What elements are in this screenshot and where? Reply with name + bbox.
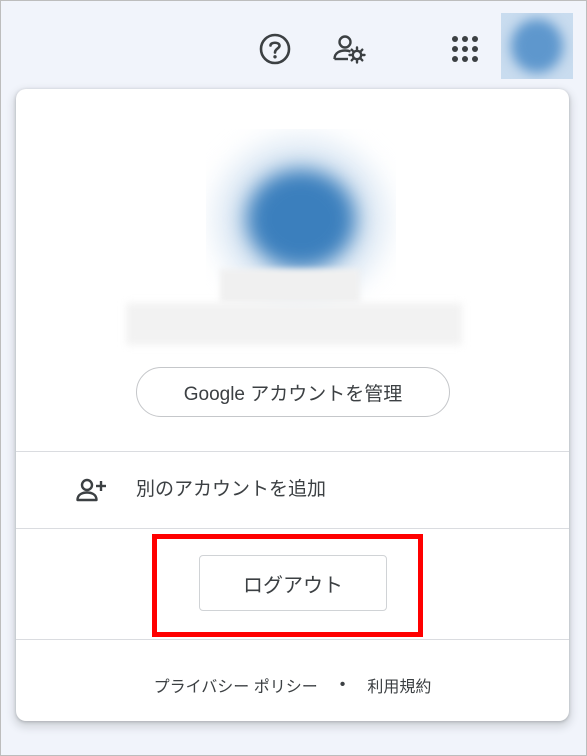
add-account-item[interactable]: 別のアカウントを追加 — [16, 452, 569, 528]
manage-account-button[interactable]: Google アカウントを管理 — [136, 367, 450, 417]
logout-section: ログアウト — [16, 529, 569, 639]
add-account-label: 別のアカウントを追加 — [136, 479, 327, 500]
logout-button[interactable]: ログアウト — [199, 555, 387, 611]
account-menu-card: Google アカウントを管理 別のアカウントを追加 ログアウト プライバシー … — [16, 89, 569, 721]
manage-accounts-icon[interactable] — [329, 29, 369, 69]
person-add-icon — [76, 476, 108, 504]
screenshot-frame: Google アカウントを管理 別のアカウントを追加 ログアウト プライバシー … — [0, 0, 587, 756]
apps-grid-icon[interactable] — [445, 29, 485, 69]
privacy-policy-link[interactable]: プライバシー ポリシー — [154, 673, 318, 697]
account-email-redacted — [126, 303, 462, 345]
account-menu-footer: プライバシー ポリシー • 利用規約 — [16, 649, 569, 721]
divider — [16, 639, 569, 640]
account-avatar-button[interactable] — [501, 13, 573, 79]
help-icon[interactable] — [255, 29, 295, 69]
footer-separator: • — [339, 676, 346, 693]
terms-link[interactable]: 利用規約 — [367, 673, 431, 697]
account-name-redacted — [220, 269, 360, 303]
